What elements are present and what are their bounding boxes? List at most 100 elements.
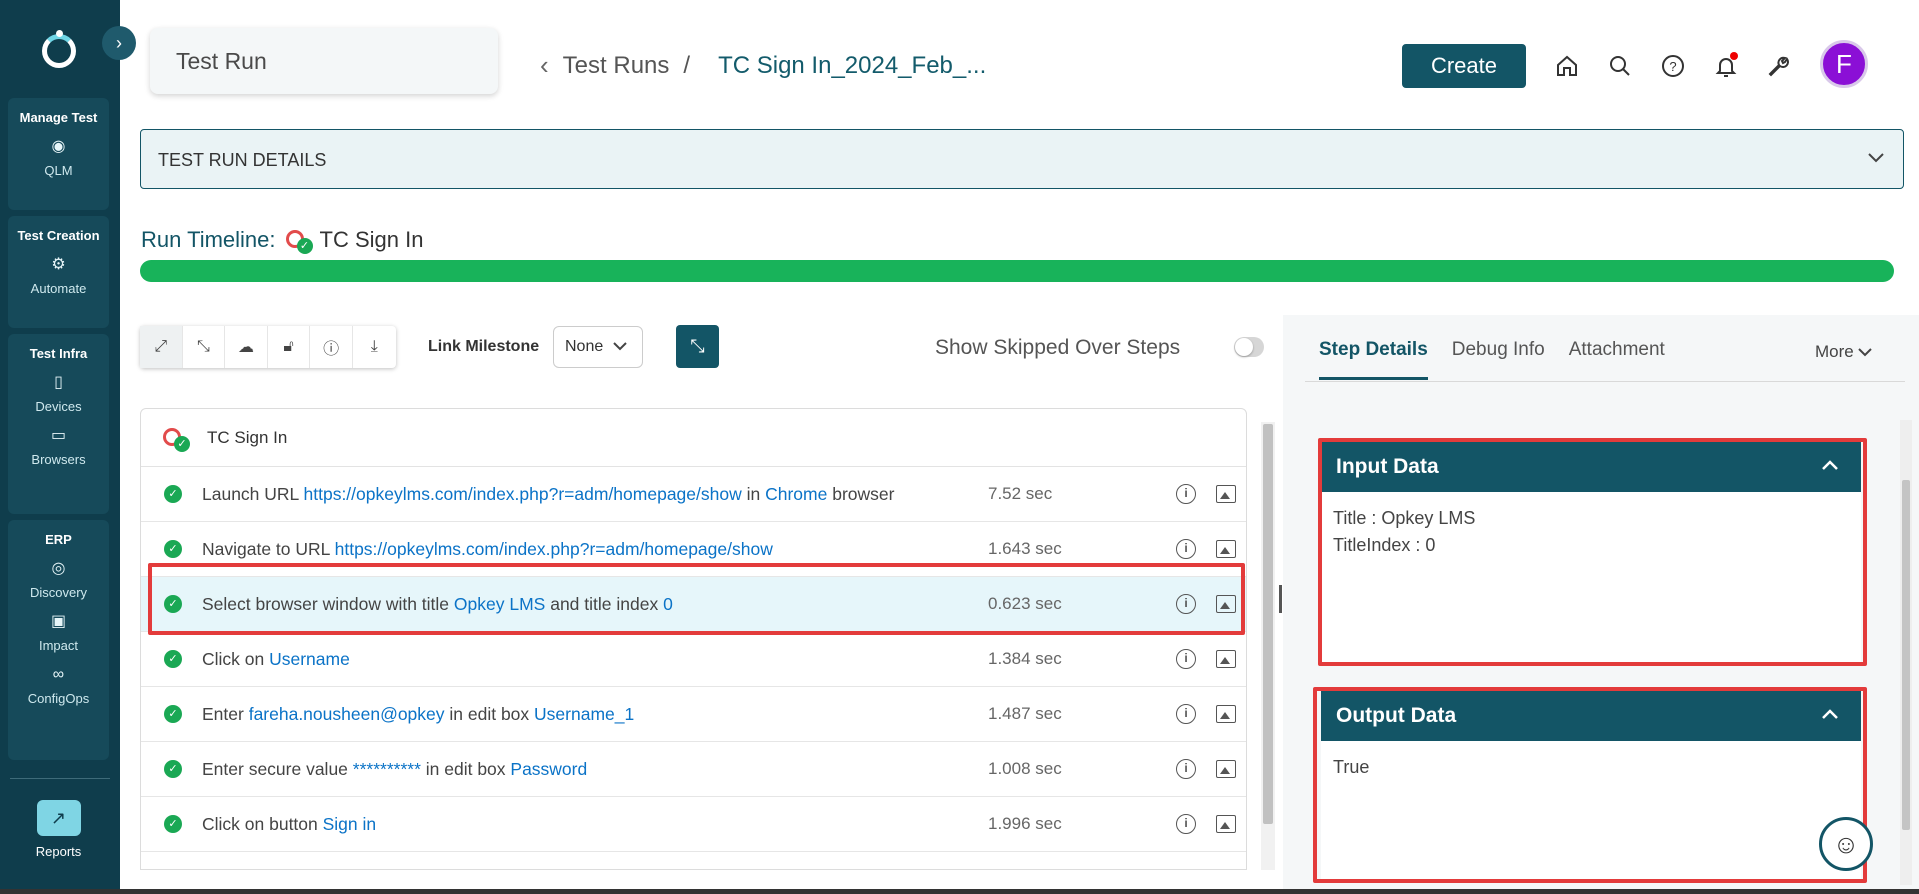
bell-icon[interactable] xyxy=(1712,52,1740,80)
info-icon[interactable]: i xyxy=(1176,649,1196,669)
table-row[interactable]: ✓ Launch URL https://opkeylms.com/index.p… xyxy=(141,467,1246,522)
cloud-download-icon[interactable]: ☁ xyxy=(225,326,268,368)
lock-icon[interactable]: 🔓︎ xyxy=(268,326,311,368)
test-run-details-accordion[interactable]: TEST RUN DETAILS xyxy=(140,129,1904,189)
chevron-down-icon xyxy=(1858,342,1873,361)
step-text-part: Click on button xyxy=(202,813,323,834)
sidebar-item-qlm[interactable]: ◉ QLM xyxy=(8,137,109,178)
sidebar-item-impact[interactable]: ▣ Impact xyxy=(8,612,109,653)
logo-dot-icon xyxy=(56,30,63,37)
tab-step-details[interactable]: Step Details xyxy=(1319,339,1428,380)
mobile-icon: ▯ xyxy=(54,374,63,391)
step-link-value[interactable]: fareha.nousheen@opkey xyxy=(249,704,445,724)
details-scrollbar[interactable] xyxy=(1900,420,1912,885)
table-row[interactable]: ✓ Click on button Sign in 1.996 sec i xyxy=(141,797,1246,852)
step-duration: 1.008 sec xyxy=(988,759,1062,778)
avatar[interactable]: F xyxy=(1820,40,1868,88)
info-icon[interactable]: i xyxy=(1176,539,1196,559)
home-icon[interactable] xyxy=(1553,52,1581,80)
shrink-icon[interactable]: ⤡ xyxy=(183,326,226,368)
screenshot-icon[interactable] xyxy=(1216,815,1236,833)
step-duration: 1.643 sec xyxy=(988,539,1062,558)
wrench-icon[interactable] xyxy=(1764,52,1792,80)
step-link-value[interactable]: https://opkeylms.com/index.php?r=adm/hom… xyxy=(304,484,742,504)
milestone-select[interactable]: None xyxy=(553,326,643,368)
search-icon[interactable] xyxy=(1606,52,1634,80)
page-title: Test Run xyxy=(150,28,498,94)
steps-scrollbar[interactable] xyxy=(1261,422,1275,870)
step-link-value[interactable]: Username_1 xyxy=(534,704,634,724)
details-title: TEST RUN DETAILS xyxy=(158,150,327,170)
tab-debug-info[interactable]: Debug Info xyxy=(1452,339,1545,380)
step-description: Click on Username xyxy=(202,649,350,670)
info-icon[interactable]: i xyxy=(1176,484,1196,504)
run-timeline-bar[interactable] xyxy=(140,260,1894,282)
step-link-value[interactable]: Username xyxy=(269,649,350,669)
sidebar-item-configops[interactable]: ∞ ConfigOps xyxy=(8,665,109,706)
sidebar-item-automate[interactable]: ⚙ Automate xyxy=(8,255,109,296)
create-button[interactable]: Create xyxy=(1402,44,1526,88)
info-icon[interactable]: i xyxy=(1176,759,1196,779)
app-logo-icon[interactable] xyxy=(42,34,76,68)
chevron-right-icon: › xyxy=(116,32,122,53)
table-row[interactable]: ✓ Enter secure value ********** in edit b… xyxy=(141,742,1246,797)
run-timeline-label: Run Timeline: ✓ TC Sign In xyxy=(141,226,423,254)
scrollbar-thumb[interactable] xyxy=(1902,480,1910,830)
app-root: Manage Test ◉ QLM Test Creation ⚙ Automa… xyxy=(0,0,1919,894)
download-icon[interactable]: ⤓ xyxy=(353,326,396,368)
screenshot-icon[interactable] xyxy=(1216,650,1236,668)
assistant-bot-icon[interactable]: ☺ xyxy=(1819,817,1873,871)
scrollbar-thumb[interactable] xyxy=(1263,424,1273,824)
tab-attachment[interactable]: Attachment xyxy=(1569,339,1665,380)
step-duration: 1.384 sec xyxy=(988,649,1062,668)
selected-step-highlight xyxy=(148,563,1245,635)
step-link-value[interactable]: Sign in xyxy=(323,814,377,834)
info-icon[interactable]: ⓘ xyxy=(310,326,353,368)
sidebar-item-devices[interactable]: ▯ Devices xyxy=(8,373,109,414)
sidebar-item-reports[interactable]: ↗ Reports xyxy=(8,800,109,859)
sidebar-item-label: Devices xyxy=(35,399,82,414)
step-link-value[interactable]: Chrome xyxy=(765,484,827,504)
steps-list-header[interactable]: ✓ TC Sign In xyxy=(141,409,1246,467)
nav-group-title: Test Infra xyxy=(29,346,88,361)
more-menu-button[interactable]: More xyxy=(1815,342,1873,362)
sidebar-divider xyxy=(10,778,110,779)
help-icon[interactable]: ? xyxy=(1659,52,1687,80)
panel-resize-handle[interactable] xyxy=(1279,585,1282,613)
expand-icon[interactable]: ⤢ xyxy=(140,326,183,368)
screenshot-icon[interactable] xyxy=(1216,485,1236,503)
step-duration: 1.996 sec xyxy=(988,814,1062,833)
sidebar-item-label: ConfigOps xyxy=(27,691,90,706)
steps-toolbar: ⤢ ⤡ ☁ 🔓︎ ⓘ ⤓ xyxy=(140,326,396,368)
breadcrumb-parent-link[interactable]: Test Runs xyxy=(563,52,670,80)
step-link-value[interactable]: Password xyxy=(510,759,587,779)
step-text-part: Launch URL xyxy=(202,483,304,504)
test-case-passed-icon: ✓ xyxy=(163,424,191,452)
nav-group-title: Test Creation xyxy=(17,228,100,243)
back-arrow-icon[interactable]: ‹ xyxy=(540,50,549,81)
details-tabs: Step Details Debug Info Attachment xyxy=(1319,339,1689,380)
milestone-value: None xyxy=(565,338,604,355)
screenshot-icon[interactable] xyxy=(1216,540,1236,558)
show-skipped-toggle[interactable] xyxy=(1234,337,1264,357)
screenshot-icon[interactable] xyxy=(1216,760,1236,778)
step-link-value[interactable]: https://opkeylms.com/index.php?r=adm/hom… xyxy=(335,539,773,559)
collapse-view-button[interactable]: ⤡ xyxy=(676,325,719,368)
notification-dot xyxy=(1730,52,1738,60)
table-row[interactable]: ✓ Enter fareha.nousheen@opkey in edit box… xyxy=(141,687,1246,742)
monitor-icon: ▭ xyxy=(50,427,67,444)
step-link-value[interactable]: ********** xyxy=(353,759,421,779)
sidebar-expand-button[interactable]: › xyxy=(102,26,136,60)
gears-icon: ⚙ xyxy=(51,256,66,273)
breadcrumb-current: TC Sign In_2024_Feb_... xyxy=(718,51,987,79)
info-icon[interactable]: i xyxy=(1176,704,1196,724)
sidebar-item-discovery[interactable]: ◎ Discovery xyxy=(8,559,109,600)
output-data-highlight xyxy=(1313,687,1867,883)
sidebar-item-browsers[interactable]: ▭ Browsers xyxy=(8,426,109,467)
pass-check-icon: ✓ xyxy=(164,540,182,558)
step-description: Enter fareha.nousheen@opkey in edit box … xyxy=(202,704,634,725)
screenshot-icon[interactable] xyxy=(1216,705,1236,723)
sidebar-item-label: QLM xyxy=(44,163,73,178)
info-icon[interactable]: i xyxy=(1176,814,1196,834)
table-row[interactable]: ✓ Click on Username 1.384 sec i xyxy=(141,632,1246,687)
